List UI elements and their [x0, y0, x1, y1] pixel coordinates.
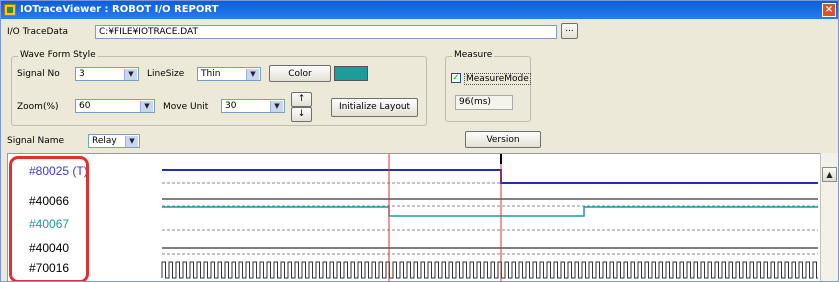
move-down-button[interactable]: ↓ — [291, 107, 312, 122]
signal-no-label: Signal No — [17, 69, 60, 79]
measure-mode-label[interactable]: MeasureMode — [464, 73, 531, 85]
line-size-label: LineSize — [147, 69, 185, 79]
trace-data-label: I/O TraceData — [7, 27, 68, 37]
initialize-layout-button[interactable]: Initialize Layout — [331, 98, 418, 117]
signal-name-value: Relay — [92, 136, 117, 146]
signal-no-value: 3 — [79, 69, 85, 79]
move-up-button[interactable]: ↑ — [291, 92, 312, 107]
chevron-down-icon: ▼ — [270, 101, 283, 112]
color-button[interactable]: Color — [269, 65, 331, 82]
trace-data-path-field[interactable]: C:¥FILE¥IOTRACE.DAT — [95, 25, 557, 39]
chevron-down-icon: ▼ — [140, 101, 153, 112]
measure-mode-checkbox[interactable]: ✓ — [451, 73, 461, 83]
signal-trace-5 — [161, 261, 818, 279]
signal-name-label: Signal Name — [7, 136, 65, 146]
zoom-select[interactable]: 60 ▼ — [75, 99, 155, 113]
chevron-down-icon: ▼ — [246, 69, 259, 80]
version-button[interactable]: Version — [465, 131, 541, 148]
app-icon — [4, 4, 16, 16]
vertical-scrollbar[interactable]: ▲ — [820, 153, 838, 281]
signal-name-select[interactable]: Relay ▼ — [88, 134, 140, 148]
close-icon[interactable]: × — [822, 3, 836, 17]
move-unit-value: 30 — [225, 101, 237, 111]
line-size-select[interactable]: Thin ▼ — [197, 67, 261, 81]
waveform-plot[interactable]: #80025 (T) #40066 #40067 #40040 #70016 — [7, 153, 820, 281]
zoom-value: 60 — [79, 101, 91, 111]
measure-group: Measure — [445, 50, 531, 122]
scroll-up-button[interactable]: ▲ — [822, 167, 837, 182]
title-bar[interactable]: IOTraceViewer : ROBOT I/O REPORT × — [1, 1, 838, 19]
window-title: IOTraceViewer : ROBOT I/O REPORT — [20, 4, 219, 15]
signal-no-select[interactable]: 3 ▼ — [75, 67, 139, 81]
measure-title: Measure — [452, 50, 495, 60]
signal-trace-1 — [162, 169, 818, 184]
main-window: IOTraceViewer : ROBOT I/O REPORT × I/O T… — [0, 0, 839, 282]
measure-readout: 96(ms) — [455, 95, 513, 110]
line-size-value: Thin — [201, 69, 221, 79]
wave-form-style-title: Wave Form Style — [18, 50, 98, 60]
browse-button[interactable]: ... — [561, 23, 578, 39]
move-unit-label: Move Unit — [163, 102, 209, 112]
color-swatch[interactable] — [334, 66, 368, 81]
chevron-down-icon: ▼ — [125, 136, 138, 147]
chevron-down-icon: ▼ — [124, 69, 137, 80]
move-unit-select[interactable]: 30 ▼ — [221, 99, 285, 113]
signal-trace-3 — [162, 206, 818, 217]
waveform-traces — [161, 154, 818, 281]
signal-names-highlight — [9, 156, 89, 281]
zoom-label: Zoom(%) — [17, 102, 59, 112]
